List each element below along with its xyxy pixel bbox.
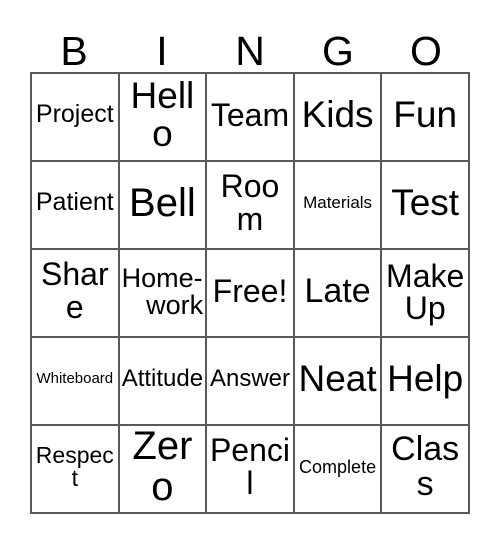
bingo-cell[interactable]: Room <box>207 162 295 250</box>
bingo-free-space-cell[interactable]: Free! <box>207 250 295 338</box>
bingo-cell-label: Zero <box>132 426 193 509</box>
bingo-header-letter-g: G <box>294 18 382 72</box>
bingo-card: B I N G O Project Hello Team Kids Fun Patient Bell… <box>0 0 500 544</box>
bingo-cell-label: Help <box>387 358 464 400</box>
bingo-cell-label: Respect <box>35 441 114 491</box>
bingo-cell-label: Fun <box>393 94 458 136</box>
bingo-cell[interactable]: Kids <box>294 74 383 162</box>
bingo-cell-label-line: Up <box>404 290 446 326</box>
bingo-cell[interactable]: Home-work <box>119 250 208 338</box>
bingo-cell[interactable]: Materials <box>294 162 383 250</box>
bingo-row: Whiteboard Attitude Answer Neat Help <box>32 338 470 426</box>
bingo-header-letter-text: N <box>235 28 265 74</box>
bingo-cell-label: Attitude <box>121 364 204 392</box>
bingo-cell[interactable]: Help <box>382 338 470 426</box>
bingo-cell-label: Room <box>220 168 280 237</box>
bingo-header-letter-n: N <box>206 18 294 72</box>
bingo-cell-label: Test <box>391 182 460 224</box>
bingo-cell[interactable]: Project <box>32 74 120 162</box>
bingo-cell-label: Share <box>41 256 109 325</box>
bingo-cell-label: Late <box>304 271 371 310</box>
bingo-header-letter-text: G <box>322 28 354 74</box>
bingo-cell[interactable]: Patient <box>32 162 120 250</box>
bingo-header-letter-i: I <box>118 18 206 72</box>
bingo-cell[interactable]: Neat <box>294 338 383 426</box>
bingo-cell-label: Team <box>210 96 290 133</box>
bingo-cell-label: Free! <box>212 272 288 309</box>
bingo-cell-label-line: Home- <box>121 263 203 293</box>
bingo-row: Patient Bell Room Materials Test <box>32 162 470 250</box>
bingo-grid: Project Hello Team Kids Fun Patient Bell Room Ma… <box>30 72 470 514</box>
bingo-cell[interactable]: Zero <box>119 426 208 514</box>
bingo-cell-label: Kids <box>301 94 374 136</box>
bingo-cell-label: Neat <box>298 358 377 400</box>
bingo-cell[interactable]: Class <box>382 426 470 514</box>
bingo-header-letter-text: B <box>60 28 88 74</box>
bingo-cell[interactable]: Make Up <box>382 250 470 338</box>
bingo-row: Project Hello Team Kids Fun <box>32 74 470 162</box>
bingo-cell[interactable]: Late <box>294 250 383 338</box>
bingo-cell-label-line: work <box>146 290 204 320</box>
bingo-cell-label: Materials <box>303 193 373 213</box>
bingo-cell-label: Make Up <box>382 260 468 324</box>
bingo-cell-label: Complete <box>299 456 377 477</box>
bingo-cell-label: Patient <box>35 188 114 217</box>
bingo-row: Share Home-work Free! Late Make Up <box>32 250 470 338</box>
bingo-cell[interactable]: Team <box>207 74 295 162</box>
bingo-header-row: BINGO <box>30 18 470 72</box>
bingo-cell[interactable]: Attitude <box>119 338 208 426</box>
bingo-cell-label: Bell <box>129 180 196 225</box>
bingo-cell[interactable]: Fun <box>382 74 470 162</box>
bingo-cell-label: Class <box>391 430 460 503</box>
bingo-cell-label: Project <box>35 100 114 129</box>
bingo-row: Respect Zero Pencil Complete Class <box>32 426 470 514</box>
bingo-header-letter-text: O <box>410 28 442 74</box>
bingo-cell-label-line: Make <box>386 258 465 294</box>
bingo-cell[interactable]: Share <box>32 250 120 338</box>
bingo-cell[interactable]: Complete <box>294 426 383 514</box>
bingo-header-letter-text: I <box>156 28 168 74</box>
bingo-header-letter-b: B <box>30 18 118 72</box>
bingo-cell[interactable]: Hello <box>119 74 208 162</box>
bingo-cell[interactable]: Answer <box>207 338 295 426</box>
bingo-cell[interactable]: Whiteboard <box>32 338 120 426</box>
bingo-cell[interactable]: Bell <box>119 162 208 250</box>
bingo-cell[interactable]: Respect <box>32 426 120 514</box>
bingo-cell-label: Answer <box>209 364 290 392</box>
bingo-cell[interactable]: Pencil <box>207 426 295 514</box>
bingo-cell-label: Pencil <box>209 432 290 501</box>
bingo-header-letter-o: O <box>382 18 470 72</box>
bingo-cell-label: Whiteboard <box>36 370 114 388</box>
bingo-cell-label: Home-work <box>120 265 206 319</box>
bingo-cell[interactable]: Test <box>382 162 470 250</box>
bingo-cell-label: Hello <box>130 75 195 154</box>
